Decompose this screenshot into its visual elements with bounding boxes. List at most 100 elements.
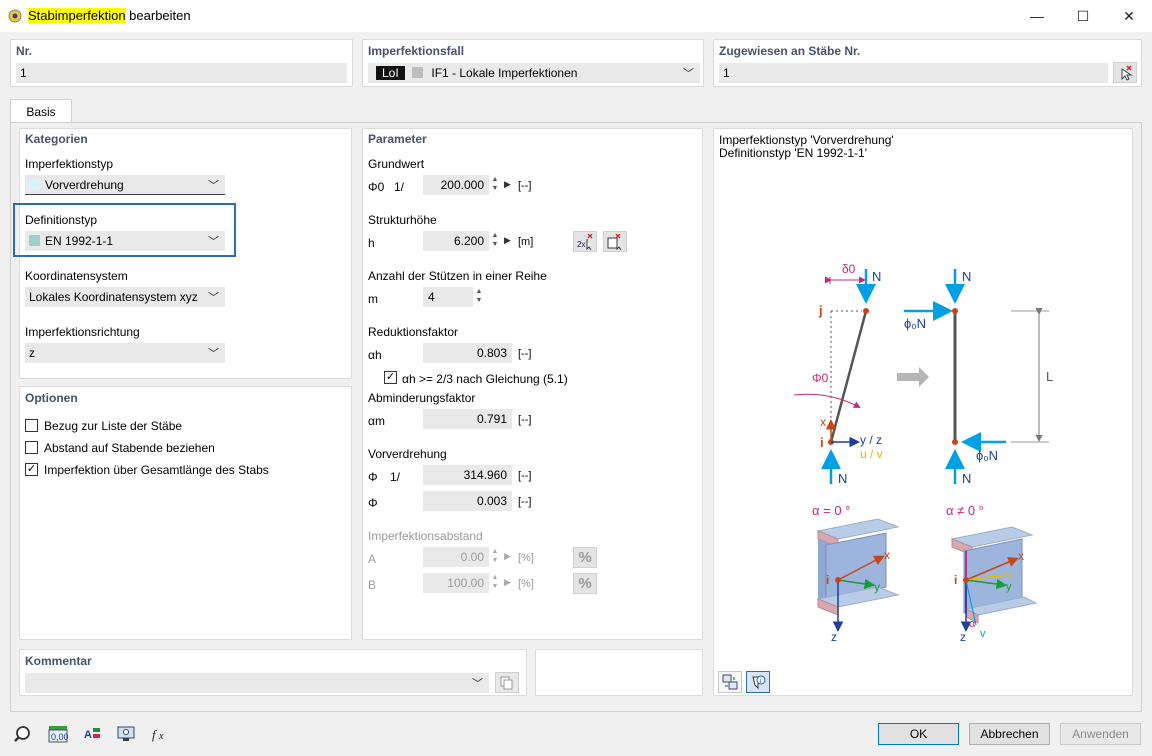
- window-title: Stabimperfektion bearbeiten: [28, 8, 191, 23]
- vorverdrehung1-value: 314.960: [423, 465, 512, 485]
- bezug-checkbox[interactable]: [25, 419, 38, 432]
- n-bottom-left: N: [838, 471, 847, 486]
- grundwert-arrow[interactable]: ▶: [504, 179, 511, 190]
- case-tag: LoI: [376, 66, 405, 80]
- grundwert-prefix: 1/: [394, 180, 405, 194]
- richtung-select[interactable]: z ﹀: [25, 343, 225, 363]
- percent-a-button[interactable]: %: [573, 547, 597, 568]
- strukturhoehe-spinner[interactable]: ▲ ▼: [490, 231, 500, 251]
- strukturhoehe-label: Strukturhöhe: [368, 213, 437, 227]
- units-button[interactable]: 0,00: [46, 723, 70, 745]
- abstand-a-input[interactable]: 0.00: [423, 547, 489, 567]
- kommentar-copy-button[interactable]: [495, 672, 519, 693]
- formula-button[interactable]: fx: [148, 723, 172, 745]
- grundwert-unit: [--]: [518, 180, 532, 192]
- axis-z-sec-left: z: [831, 630, 837, 644]
- reduktion-check-label: αh >= 2/3 nach Gleichung (5.1): [402, 372, 568, 386]
- abstand-checkbox[interactable]: [25, 441, 38, 454]
- abstand-b-spinner[interactable]: ▲ ▼: [490, 573, 500, 593]
- vorverdrehung2-symbol: Φ: [368, 496, 378, 510]
- imperfection-diagram: δ0 N j i Φ0 x y / z u / v N N ϕ₀N ϕ₀N N: [793, 262, 1053, 644]
- svg-text:2x: 2x: [577, 240, 585, 249]
- phi0-label: Φ0: [812, 371, 829, 385]
- vorverdrehung-label: Vorverdrehung: [368, 447, 447, 461]
- alpha0-label: α = 0 °: [812, 503, 850, 518]
- reduktion-symbol: αh: [368, 348, 382, 362]
- preview-info-button[interactable]: i: [746, 671, 770, 693]
- apply-button[interactable]: Anwenden: [1060, 723, 1141, 745]
- display-icon: [117, 726, 135, 741]
- formula-icon: fx: [152, 727, 164, 742]
- close-button[interactable]: ✕: [1106, 0, 1152, 32]
- strukturhoehe-arrow[interactable]: ▶: [504, 235, 511, 246]
- chevron-down-icon: ﹀: [208, 292, 219, 304]
- n-top-right: N: [962, 269, 971, 284]
- numbering-button[interactable]: A: [80, 723, 104, 745]
- abstand-b-input[interactable]: 100.00: [423, 573, 489, 593]
- case-panel: Imperfektionsfall LoI IF1 - Lokale Imper…: [362, 39, 704, 87]
- abminderung-label: Abminderungsfaktor: [368, 391, 476, 405]
- svg-text:f: f: [152, 727, 158, 742]
- kommentar-label: Kommentar: [25, 654, 92, 668]
- tab-basis[interactable]: Basis: [10, 99, 72, 123]
- alpha-angle-label: α: [969, 618, 976, 630]
- abstand-a-unit: [%]: [518, 552, 534, 564]
- copy-icon: [500, 676, 513, 689]
- strukturhoehe-symbol: h: [368, 236, 375, 250]
- grundwert-symbol: Φ0: [368, 180, 385, 194]
- select-nodes-button[interactable]: [603, 231, 627, 252]
- stuetzen-spinner[interactable]: ▲ ▼: [474, 287, 484, 307]
- case-value: IF1 - Lokale Imperfektionen: [431, 66, 578, 80]
- abstand-a-spinner[interactable]: ▲ ▼: [490, 547, 500, 567]
- delta0-label: δ0: [842, 262, 856, 276]
- axis-u-label: u: [1006, 569, 1012, 581]
- node-i: i: [820, 435, 824, 450]
- case-select[interactable]: LoI IF1 - Lokale Imperfektionen ﹀: [368, 63, 700, 83]
- koordinatensystem-select[interactable]: Lokales Koordinatensystem xyz ﹀: [25, 287, 225, 307]
- reduktion-checkbox[interactable]: ✓: [384, 371, 397, 384]
- stuetzen-input[interactable]: 4: [423, 287, 473, 307]
- kommentar-input[interactable]: ﹀: [25, 673, 489, 693]
- minimize-button[interactable]: —: [1014, 0, 1060, 32]
- axis-y-sec-left: y: [874, 580, 880, 594]
- koordinatensystem-label: Koordinatensystem: [25, 269, 128, 283]
- optionen-heading: Optionen: [25, 391, 78, 405]
- axis-v-label: v: [980, 628, 986, 640]
- phin-top: ϕ₀N: [904, 316, 926, 331]
- units-icon: 0,00: [48, 726, 68, 743]
- pick-height-button[interactable]: 2x: [573, 231, 597, 252]
- ok-button[interactable]: OK: [878, 723, 959, 745]
- case-label: Imperfektionsfall: [368, 44, 465, 58]
- search-icon: [14, 726, 30, 742]
- abminderung-value: 0.791: [423, 409, 512, 429]
- display-button[interactable]: [114, 723, 138, 745]
- nr-field[interactable]: 1: [16, 63, 347, 83]
- parameter-heading: Parameter: [368, 132, 427, 146]
- strukturhoehe-input[interactable]: 6.200: [423, 231, 489, 251]
- select-nodes-icon: [607, 233, 622, 250]
- cancel-button[interactable]: Abbrechen: [969, 723, 1050, 745]
- axis-z-sec-right: z: [960, 630, 966, 644]
- chevron-down-icon: ﹀: [208, 348, 219, 360]
- select-members-button[interactable]: [1113, 62, 1137, 83]
- length-label: L: [1046, 369, 1053, 384]
- preview-settings-button[interactable]: [718, 671, 742, 693]
- gesamtlaenge-checkbox[interactable]: ✓: [25, 463, 38, 476]
- c-section-right: [950, 526, 1038, 624]
- stuetzen-label: Anzahl der Stützen in einer Reihe: [368, 269, 547, 283]
- search-button[interactable]: [10, 723, 34, 745]
- abstand-a-arrow[interactable]: ▶: [504, 551, 511, 562]
- swap-views-icon: [722, 674, 738, 690]
- case-swatch: [412, 67, 424, 78]
- percent-b-button[interactable]: %: [573, 573, 597, 594]
- grundwert-input[interactable]: 200.000: [423, 175, 489, 195]
- imperfektionstyp-select[interactable]: Vorverdrehung ﹀: [25, 175, 225, 195]
- abstand-b-arrow[interactable]: ▶: [504, 577, 511, 588]
- n-bottom-right: N: [962, 471, 971, 486]
- abminderung-unit: [--]: [518, 414, 532, 426]
- grundwert-spinner[interactable]: ▲ ▼: [490, 175, 500, 195]
- maximize-button[interactable]: ☐: [1060, 0, 1106, 32]
- n-top-left: N: [872, 269, 881, 284]
- svg-text:A: A: [84, 729, 92, 741]
- assigned-field[interactable]: 1: [719, 63, 1108, 83]
